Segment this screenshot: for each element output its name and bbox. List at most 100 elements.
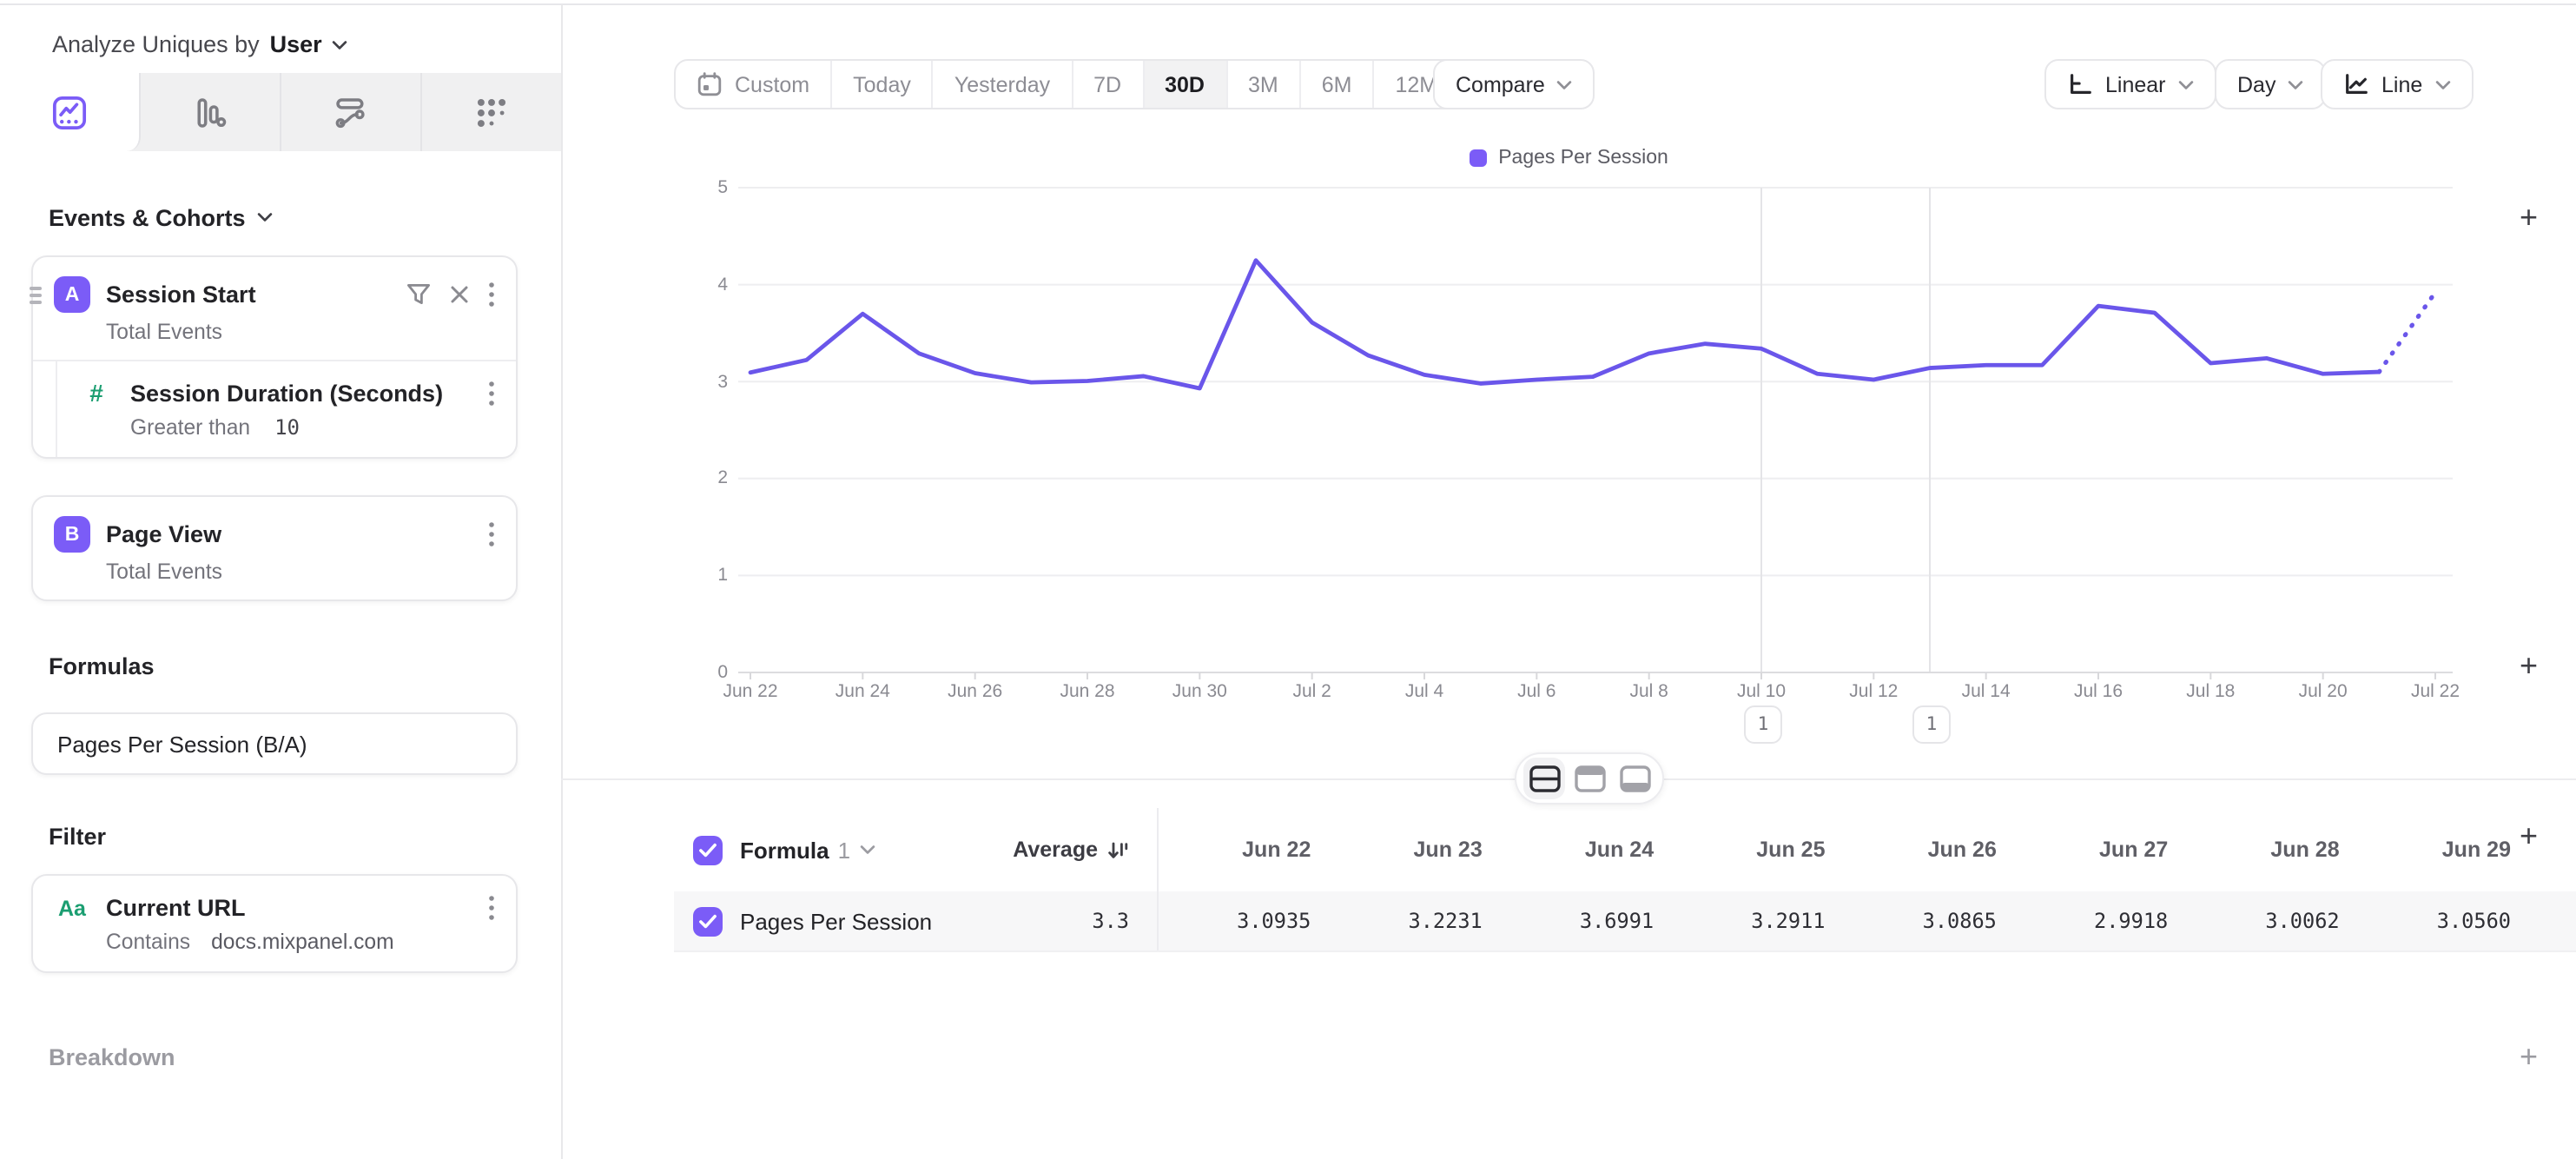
events-cohorts-label: Events & Cohorts: [49, 204, 246, 230]
average-label: Average: [1013, 838, 1098, 862]
event-name[interactable]: Session Start: [106, 281, 391, 308]
line-chart-canvas[interactable]: [561, 0, 2576, 778]
cell-value: 2.9918: [2016, 909, 2187, 933]
formulas-label: Formulas: [49, 652, 155, 679]
numeric-property-icon: #: [78, 379, 115, 407]
property-name[interactable]: Session Duration (Seconds): [130, 380, 472, 406]
layout-split-view-button[interactable]: [1523, 758, 1565, 799]
filter-operator[interactable]: Contains: [106, 930, 190, 954]
average-column-header[interactable]: Average: [1013, 838, 1129, 862]
insights-line-chart-icon: [50, 93, 89, 131]
date-column-header[interactable]: Jun 28: [2187, 838, 2358, 862]
event-aggregation[interactable]: Total Events: [106, 560, 495, 584]
group-selector[interactable]: Formula 1: [740, 837, 875, 863]
event-letter-badge: B: [54, 516, 90, 553]
sort-descending-icon: [1106, 838, 1129, 861]
filter-card-current-url[interactable]: Aa Current URL Contains docs.mixpanel.co…: [31, 874, 518, 973]
cell-value: 3.2911: [1673, 909, 1844, 933]
y-tick-label: 5: [676, 177, 728, 198]
series-line-projected: [2379, 293, 2435, 373]
x-tick-label: Jun 26: [923, 681, 1027, 702]
tab-insights[interactable]: [0, 73, 141, 151]
row-checkbox[interactable]: [693, 906, 723, 936]
table-view-icon: [1618, 764, 1651, 793]
group-number: 1: [838, 837, 850, 863]
kebab-menu-icon[interactable]: [488, 895, 495, 921]
event-name[interactable]: Page View: [106, 521, 472, 547]
x-tick-label: Jun 24: [810, 681, 915, 702]
property-value[interactable]: 10: [274, 415, 300, 440]
select-all-checkbox[interactable]: [693, 835, 723, 864]
check-icon: [698, 842, 717, 858]
y-tick-label: 0: [676, 662, 728, 683]
layout-table-view-button[interactable]: [1614, 758, 1655, 799]
date-column-header[interactable]: Jun 24: [1502, 838, 1673, 862]
flows-icon: [332, 93, 370, 131]
kebab-menu-icon[interactable]: [488, 281, 495, 308]
analyze-uniques-control[interactable]: Analyze Uniques by User: [52, 31, 348, 57]
string-property-icon: Aa: [54, 896, 90, 920]
chevron-down-icon: [333, 39, 348, 50]
table-row[interactable]: Pages Per Session 3.3 3.09353.22313.6991…: [674, 891, 2576, 952]
filter-value[interactable]: docs.mixpanel.com: [211, 930, 394, 954]
series-average: 3.3: [1092, 909, 1129, 933]
annotation-badge[interactable]: 1: [1744, 705, 1782, 744]
x-tick-label: Jul 20: [2271, 681, 2375, 702]
cell-value: 3.2231: [1330, 909, 1501, 933]
filter-label: Filter: [49, 823, 106, 849]
insights-report-page: Analyze Uniques by User: [0, 0, 2576, 1159]
date-column-header[interactable]: Jun 26: [1845, 838, 2016, 862]
breakdown-header: Breakdown +: [49, 1041, 2538, 1072]
date-column-header[interactable]: Jun 25: [1673, 838, 1844, 862]
filter-property-name[interactable]: Current URL: [106, 895, 472, 921]
formula-expression[interactable]: Pages Per Session (B/A): [57, 731, 307, 757]
add-breakdown-button[interactable]: +: [2520, 1044, 2538, 1069]
series-name: Pages Per Session: [740, 908, 932, 934]
event-aggregation[interactable]: Total Events: [106, 320, 495, 344]
cell-value: 3.0062: [2187, 909, 2358, 933]
check-icon: [698, 913, 717, 929]
date-column-header[interactable]: Jun 29: [2359, 838, 2530, 862]
report-type-tabs: [0, 73, 561, 151]
kebab-menu-icon[interactable]: [488, 380, 495, 406]
tab-flows[interactable]: [281, 73, 422, 151]
kebab-menu-icon[interactable]: [488, 521, 495, 547]
drag-handle-icon[interactable]: [30, 287, 42, 303]
date-column-header[interactable]: Jun 23: [1330, 838, 1501, 862]
results-table: Formula 1 Average Jun 22Jun 23Jun 24Jun …: [674, 808, 2576, 952]
split-view-icon: [1528, 764, 1561, 793]
event-card-session-start[interactable]: A Session Start Total Events # Session D…: [31, 255, 518, 459]
cell-value: 3.0560: [2359, 909, 2530, 933]
x-tick-label: Jun 28: [1035, 681, 1139, 702]
layout-chart-view-button[interactable]: [1569, 758, 1610, 799]
x-tick-label: Jul 14: [1934, 681, 2038, 702]
breakdown-label: Breakdown: [49, 1043, 175, 1070]
x-tick-label: Jul 12: [1821, 681, 1925, 702]
cell-value: 3.0935: [1159, 909, 1330, 933]
series-line[interactable]: [750, 261, 2379, 388]
layout-toggle-group: [1515, 752, 1664, 805]
tab-retention[interactable]: [422, 73, 561, 151]
x-tick-label: Jul 4: [1372, 681, 1476, 702]
property-operator[interactable]: Greater than: [130, 415, 250, 440]
x-tick-label: Jul 18: [2158, 681, 2262, 702]
date-column-header[interactable]: Jun 22: [1159, 838, 1330, 862]
x-tick-label: Jul 10: [1709, 681, 1813, 702]
retention-dots-icon: [472, 93, 511, 131]
x-tick-label: Jun 22: [698, 681, 803, 702]
event-letter-badge: A: [54, 276, 90, 313]
x-tick-label: Jul 2: [1260, 681, 1364, 702]
chevron-down-icon[interactable]: [258, 212, 274, 222]
x-tick-label: Jul 6: [1484, 681, 1589, 702]
annotation-badge[interactable]: 1: [1912, 705, 1951, 744]
close-icon[interactable]: [450, 285, 469, 304]
analyze-label: Analyze Uniques by: [52, 31, 260, 57]
formula-card[interactable]: Pages Per Session (B/A): [31, 712, 518, 775]
filter-icon[interactable]: [406, 283, 431, 306]
chevron-down-icon: [859, 844, 875, 855]
funnel-bars-icon: [191, 93, 229, 131]
event-card-page-view[interactable]: B Page View Total Events: [31, 495, 518, 601]
date-column-header[interactable]: Jun 27: [2016, 838, 2187, 862]
tab-funnels[interactable]: [141, 73, 281, 151]
analyze-value[interactable]: User: [270, 31, 322, 57]
